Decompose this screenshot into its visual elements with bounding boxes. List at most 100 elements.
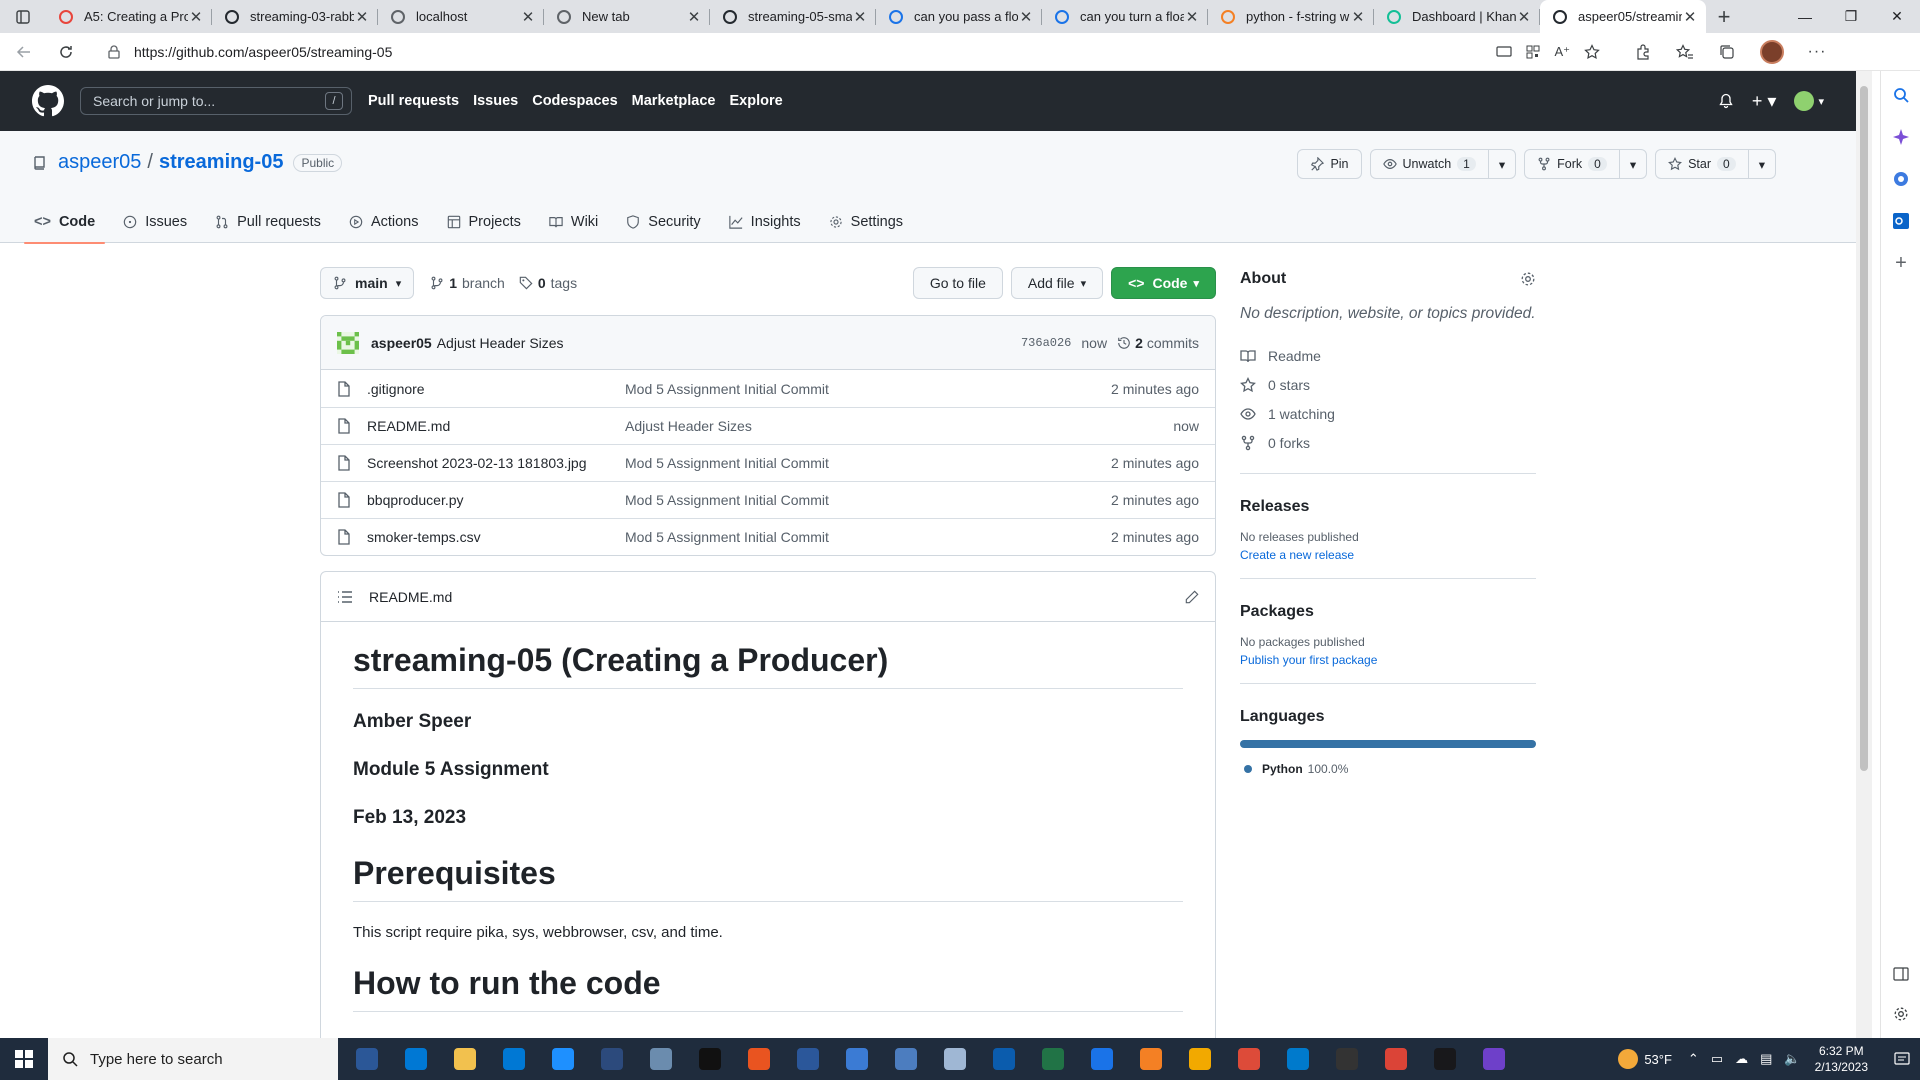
pin-button[interactable]: Pin — [1297, 149, 1362, 179]
github-logo-icon[interactable] — [32, 85, 64, 117]
repo-owner-link[interactable]: aspeer05 — [58, 151, 141, 174]
tab-wiki[interactable]: Wiki — [539, 201, 608, 243]
branch-select-button[interactable]: main ▾ — [320, 267, 415, 299]
commit-sha-link[interactable]: 736a026 — [1021, 336, 1071, 350]
taskbar-app-icon[interactable] — [587, 1038, 636, 1080]
search-icon[interactable] — [1889, 83, 1913, 107]
device-icon[interactable]: ▭ — [1711, 1051, 1723, 1067]
taskbar-app-icon[interactable] — [1175, 1038, 1224, 1080]
browser-tab[interactable]: New tab ✕ — [544, 0, 710, 33]
page-scrollbar[interactable] — [1856, 71, 1872, 1038]
tab-settings[interactable]: Settings — [819, 201, 913, 243]
close-tab-icon[interactable]: ✕ — [354, 9, 370, 26]
taskbar-app-icon[interactable] — [930, 1038, 979, 1080]
file-commit-message-link[interactable]: Mod 5 Assignment Initial Commit — [625, 381, 1111, 397]
user-menu[interactable]: ▾ — [1794, 91, 1824, 111]
sidebar-panel-icon[interactable] — [1889, 962, 1913, 986]
fork-button[interactable]: Fork 0 ▾ — [1524, 149, 1648, 179]
watching-link[interactable]: 1 watching — [1240, 399, 1536, 428]
close-tab-icon[interactable]: ✕ — [1018, 9, 1034, 26]
taskbar-search-input[interactable]: Type here to search — [48, 1038, 338, 1080]
create-new-icon[interactable]: + ▾ — [1752, 91, 1777, 112]
notification-icon[interactable] — [1884, 1052, 1920, 1066]
notifications-bell-icon[interactable] — [1718, 93, 1734, 109]
user-avatar[interactable] — [1794, 91, 1815, 111]
sparkle-icon[interactable] — [1889, 125, 1913, 149]
browser-tab[interactable]: localhost ✕ — [378, 0, 544, 33]
profile-avatar[interactable] — [1760, 39, 1784, 64]
close-tab-icon[interactable]: ✕ — [1184, 9, 1200, 26]
refresh-icon[interactable] — [48, 34, 84, 70]
gear-icon[interactable] — [1889, 1002, 1913, 1026]
extensions-icon[interactable] — [1634, 43, 1652, 61]
file-name-link[interactable]: .gitignore — [367, 381, 625, 397]
branches-link[interactable]: 1 branch — [430, 275, 505, 291]
browser-tab[interactable]: python - f-string w ✕ — [1208, 0, 1374, 33]
lock-icon[interactable] — [108, 44, 120, 59]
releases-heading[interactable]: Releases — [1240, 498, 1536, 516]
new-tab-button[interactable]: + — [1706, 0, 1742, 33]
browser-tab[interactable]: streaming-03-rabb ✕ — [212, 0, 378, 33]
browser-tab[interactable]: can you pass a floa ✕ — [876, 0, 1042, 33]
taskbar-app-icon[interactable] — [1322, 1038, 1371, 1080]
taskbar-app-icon[interactable] — [1469, 1038, 1518, 1080]
taskbar-app-icon[interactable] — [685, 1038, 734, 1080]
file-name-link[interactable]: bbqproducer.py — [367, 492, 625, 508]
packages-heading[interactable]: Packages — [1240, 603, 1536, 621]
gear-icon[interactable] — [1520, 271, 1536, 287]
browser-tab[interactable]: aspeer05/streamin ✕ — [1540, 0, 1706, 33]
taskbar-app-icon[interactable] — [342, 1038, 391, 1080]
network-icon[interactable]: ▤ — [1760, 1051, 1772, 1067]
author-avatar[interactable] — [337, 331, 359, 354]
tab-security[interactable]: Security — [616, 201, 710, 243]
chevron-up-icon[interactable]: ⌃ — [1688, 1051, 1699, 1067]
taskbar-app-icon[interactable] — [1420, 1038, 1469, 1080]
close-tab-icon[interactable]: ✕ — [1350, 9, 1366, 26]
close-tab-icon[interactable]: ✕ — [188, 9, 204, 26]
back-icon[interactable] — [6, 34, 42, 70]
publish-package-link[interactable]: Publish your first package — [1240, 653, 1536, 667]
list-outline-icon[interactable] — [337, 589, 353, 605]
tags-link[interactable]: 0 tags — [519, 275, 577, 291]
nav-codespaces[interactable]: Codespaces — [532, 93, 617, 109]
repo-name-link[interactable]: streaming-05 — [159, 151, 284, 174]
tab-actions-icon[interactable] — [0, 0, 46, 33]
unwatch-button[interactable]: Unwatch 1 ▾ — [1369, 149, 1517, 179]
file-commit-message-link[interactable]: Mod 5 Assignment Initial Commit — [625, 455, 1111, 471]
browser-tab[interactable]: can you turn a floa ✕ — [1042, 0, 1208, 33]
tab-issues[interactable]: Issues — [113, 201, 197, 243]
taskbar-app-icon[interactable] — [1273, 1038, 1322, 1080]
nav-pull-requests[interactable]: Pull requests — [368, 93, 459, 109]
github-search-input[interactable]: Search or jump to... / — [80, 87, 352, 115]
file-commit-message-link[interactable]: Mod 5 Assignment Initial Commit — [625, 529, 1111, 545]
taskbar-app-icon[interactable] — [979, 1038, 1028, 1080]
taskbar-app-icon[interactable] — [832, 1038, 881, 1080]
nav-marketplace[interactable]: Marketplace — [632, 93, 716, 109]
more-options-icon[interactable]: ··· — [1808, 43, 1826, 61]
taskbar-app-icon[interactable] — [391, 1038, 440, 1080]
taskbar-app-icon[interactable] — [538, 1038, 587, 1080]
language-item[interactable]: Python 100.0% — [1240, 762, 1536, 776]
taskbar-app-icon[interactable] — [489, 1038, 538, 1080]
tab-pull-requests[interactable]: Pull requests — [205, 201, 331, 243]
taskbar-app-icon[interactable] — [636, 1038, 685, 1080]
create-release-link[interactable]: Create a new release — [1240, 548, 1536, 562]
close-tab-icon[interactable]: ✕ — [520, 9, 536, 26]
app-available-icon[interactable] — [1496, 45, 1513, 59]
forks-link[interactable]: 0 forks — [1240, 428, 1536, 457]
commit-author-link[interactable]: aspeer05 — [371, 335, 432, 351]
volume-icon[interactable]: 🔈 — [1784, 1051, 1800, 1067]
favorites-icon[interactable] — [1676, 43, 1694, 61]
taskbar-app-icon[interactable] — [1126, 1038, 1175, 1080]
taskbar-app-icon[interactable] — [1371, 1038, 1420, 1080]
close-tab-icon[interactable]: ✕ — [686, 9, 702, 26]
url-field[interactable]: https://github.com/aspeer05/streaming-05… — [94, 37, 1634, 67]
file-name-link[interactable]: smoker-temps.csv — [367, 529, 625, 545]
fork-dropdown[interactable]: ▾ — [1618, 150, 1646, 178]
collections-icon[interactable] — [1718, 43, 1736, 61]
tab-insights[interactable]: Insights — [719, 201, 811, 243]
windows-start-icon[interactable] — [0, 1038, 48, 1080]
favorite-star-icon[interactable] — [1584, 43, 1600, 60]
taskbar-app-icon[interactable] — [881, 1038, 930, 1080]
taskbar-clock[interactable]: 6:32 PM 2/13/2023 — [1815, 1043, 1868, 1075]
